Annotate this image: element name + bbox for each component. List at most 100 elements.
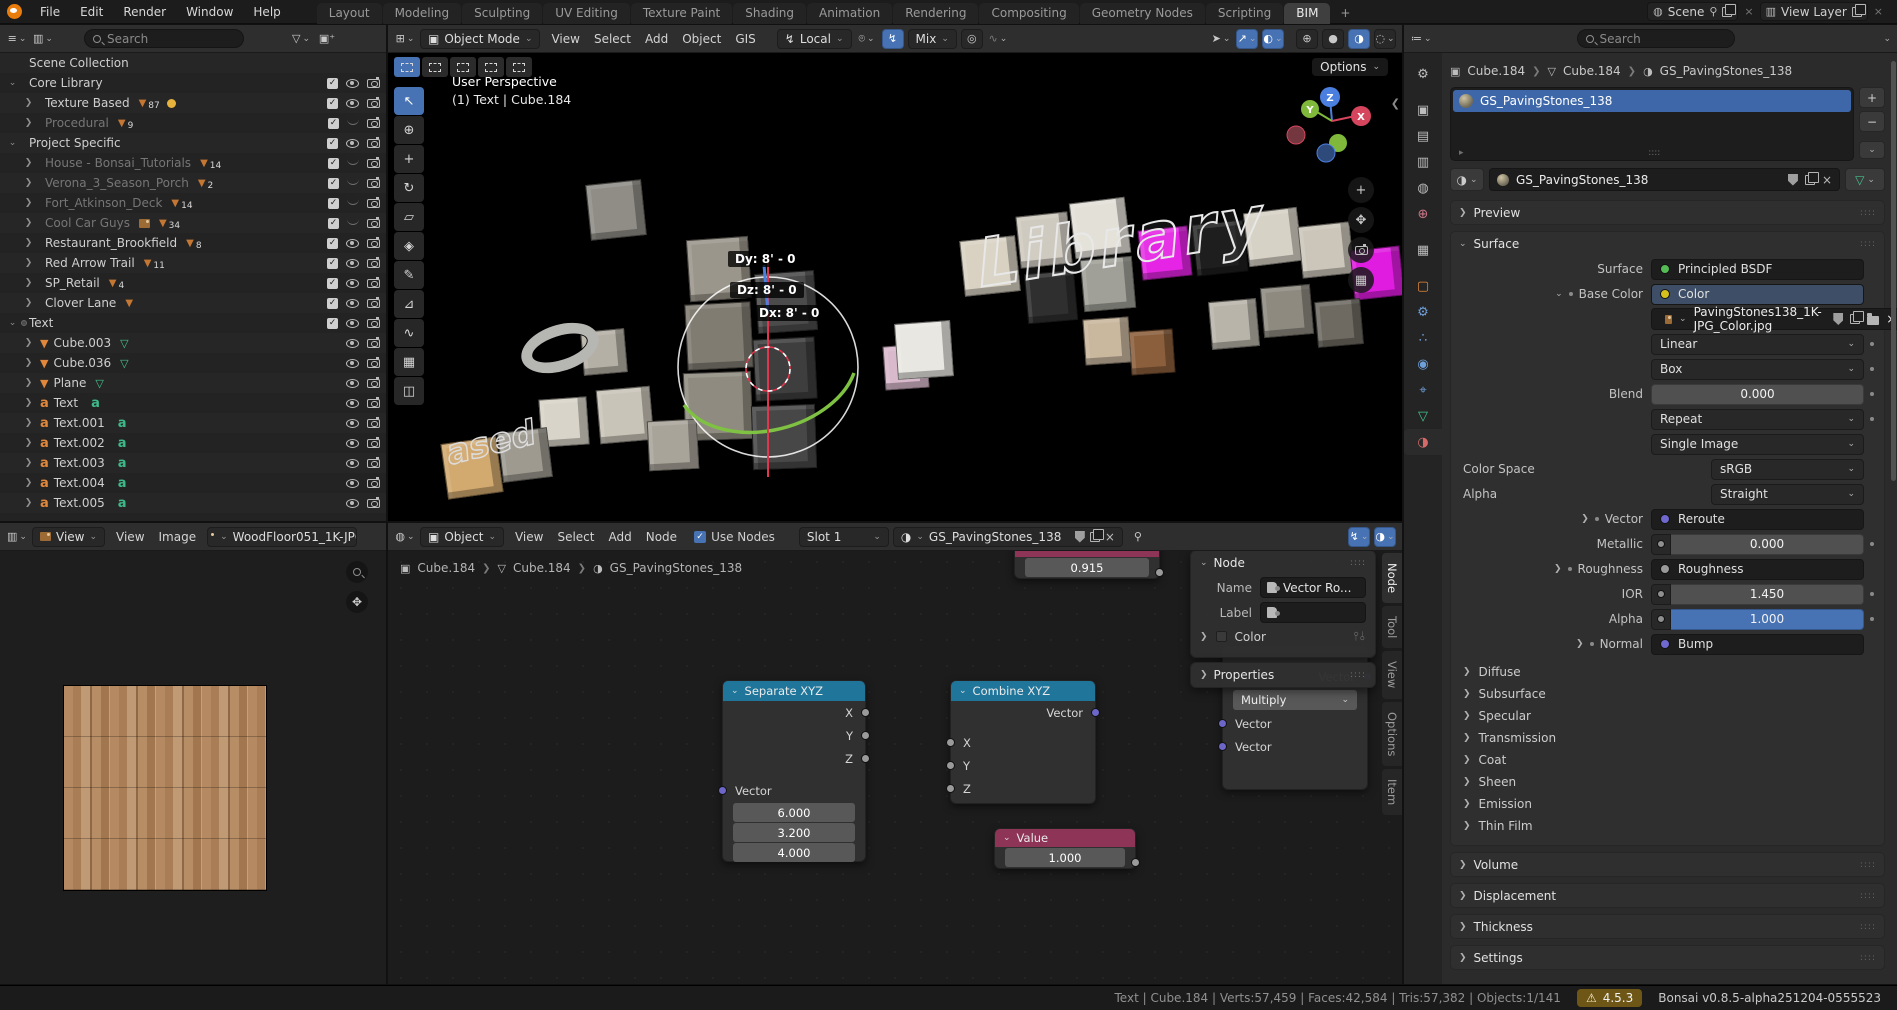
- properties-tab-output-icon[interactable]: ▤: [1404, 123, 1442, 149]
- cursor-tool-icon[interactable]: ⊕: [394, 116, 424, 144]
- node-link-button[interactable]: Bump: [1651, 634, 1864, 655]
- property-slider[interactable]: 0.000: [1671, 534, 1864, 555]
- node-separate-xyz[interactable]: ⌄Separate XYZ XYZ Vector 6.0003.2004.000: [722, 680, 866, 862]
- select-mode-2[interactable]: [450, 57, 476, 77]
- expand-closed-icon[interactable]: ❯: [22, 418, 35, 428]
- copy-icon[interactable]: [1852, 7, 1862, 17]
- image-mode-dropdown[interactable]: View ⌄: [32, 527, 105, 547]
- expand-closed-icon[interactable]: ❯: [22, 378, 35, 388]
- rotate-tool-icon[interactable]: ↻: [394, 174, 424, 202]
- outliner-row[interactable]: ❯House - Bonsai_Tutorials▼14✓: [0, 153, 386, 173]
- view-layer-selector[interactable]: ▥ View Layer: [1760, 2, 1868, 21]
- sidebar-tab-tool[interactable]: Tool: [1382, 606, 1402, 648]
- property-select[interactable]: Single Image⌄: [1651, 434, 1864, 455]
- outliner-row[interactable]: ❯▼Plane▽: [0, 373, 386, 393]
- decorator-dot[interactable]: [1870, 417, 1874, 421]
- expand-closed-icon[interactable]: ❯: [22, 498, 35, 508]
- scene-cube[interactable]: [585, 179, 647, 241]
- breadcrumb-item[interactable]: Cube.184: [1467, 64, 1525, 78]
- expand-closed-icon[interactable]: ❯: [22, 118, 35, 128]
- viewport-menu-object[interactable]: Object: [675, 32, 728, 46]
- link-mode-dropdown[interactable]: ▽⌄: [1845, 168, 1885, 191]
- camera-view-icon[interactable]: [1348, 237, 1374, 263]
- shading-wireframe-icon[interactable]: ⊕: [1296, 29, 1318, 49]
- slot-specials-dropdown[interactable]: ⌄: [1859, 141, 1885, 159]
- properties-scrollbar[interactable]: [1891, 61, 1896, 481]
- copy-icon[interactable]: [1722, 7, 1732, 17]
- disable-render-camera-icon[interactable]: [367, 359, 380, 368]
- version-warning-badge[interactable]: ⚠ 4.5.3: [1577, 989, 1642, 1007]
- shader-menu-select[interactable]: Select: [550, 530, 601, 544]
- subpanel-thin-film[interactable]: ❯Thin Film: [1451, 815, 1884, 837]
- editor-type-shader-icon[interactable]: ◍ ⌄: [394, 527, 416, 547]
- exclude-checkbox[interactable]: ✓: [327, 278, 338, 289]
- property-select[interactable]: Linear⌄: [1651, 334, 1864, 355]
- output-socket[interactable]: [1155, 568, 1164, 577]
- snap-mix-dropdown[interactable]: Mix ⌄: [908, 29, 957, 49]
- properties-tab-collection-icon[interactable]: ▦: [1404, 237, 1442, 263]
- hidden-eye-closed-icon[interactable]: [347, 199, 359, 205]
- output-socket-y[interactable]: [861, 731, 870, 740]
- outliner-row[interactable]: Scene Collection: [0, 53, 386, 73]
- disable-render-camera-icon[interactable]: [367, 239, 380, 248]
- expand-closed-icon[interactable]: ❯: [22, 158, 35, 168]
- decorator-dot[interactable]: [1569, 292, 1573, 296]
- open-folder-icon[interactable]: [1867, 316, 1879, 325]
- shader-menu-node[interactable]: Node: [639, 530, 684, 544]
- exclude-checkbox[interactable]: ✓: [328, 178, 339, 189]
- vector-component-field[interactable]: 3.200: [733, 823, 855, 842]
- property-slider[interactable]: 1.450: [1671, 584, 1864, 605]
- hidden-eye-closed-icon[interactable]: [347, 219, 359, 225]
- filter-icon[interactable]: ▽ ⌄: [290, 29, 312, 49]
- perspective-toggle-icon[interactable]: ▦: [1348, 267, 1374, 293]
- panel-header-thickness[interactable]: ❯Thickness::::: [1451, 915, 1884, 938]
- scale-tool-icon[interactable]: ▱: [394, 203, 424, 231]
- select-mode-0[interactable]: [394, 57, 420, 77]
- output-socket-z[interactable]: [861, 754, 870, 763]
- disable-render-camera-icon[interactable]: [367, 379, 380, 388]
- editor-type-properties-icon[interactable]: ≔ ⌄: [1410, 29, 1433, 49]
- hide-eye-icon[interactable]: [346, 259, 359, 268]
- outliner-row[interactable]: ❯Procedural▼9✓: [0, 113, 386, 133]
- properties-tab-object-icon[interactable]: ▢: [1404, 273, 1442, 299]
- properties-tab-object-data-icon[interactable]: ▽: [1404, 403, 1442, 429]
- expand-closed-icon[interactable]: ❯: [22, 298, 35, 308]
- panel-header-volume[interactable]: ❯Volume::::: [1451, 853, 1884, 876]
- slot-dropdown[interactable]: Slot 1⌄: [799, 527, 889, 547]
- properties-tab-scene-icon[interactable]: ◍: [1404, 175, 1442, 201]
- pan-hand-icon[interactable]: ✥: [1348, 207, 1374, 233]
- disable-render-camera-icon[interactable]: [367, 219, 380, 228]
- disable-render-camera-icon[interactable]: [367, 279, 380, 288]
- properties-tab-physics-icon[interactable]: ◉: [1404, 351, 1442, 377]
- hide-eye-icon[interactable]: [346, 79, 359, 88]
- pin-icon[interactable]: ⚲: [1127, 527, 1149, 547]
- scene-cube[interactable]: [1208, 298, 1260, 350]
- subpanel-transmission[interactable]: ❯Transmission: [1451, 727, 1884, 749]
- exclude-checkbox[interactable]: ✓: [327, 138, 338, 149]
- expand-closed-icon[interactable]: ❯: [22, 238, 35, 248]
- hide-eye-icon[interactable]: [346, 239, 359, 248]
- image-menu-image[interactable]: Image: [152, 530, 204, 544]
- select-visibility-icon[interactable]: ➤ ⌄: [1210, 29, 1232, 49]
- material-datablock[interactable]: ◑ ⌄GS_PavingStones_138 ×: [893, 527, 1123, 547]
- outliner-row[interactable]: ❯▼Cube.036▽: [0, 353, 386, 373]
- workspace-tab-scripting[interactable]: Scripting: [1206, 3, 1283, 24]
- proportional-edit-icon[interactable]: ◎: [961, 29, 983, 49]
- hidden-eye-closed-icon[interactable]: [347, 119, 359, 125]
- outliner-row[interactable]: ❯aText.001a: [0, 413, 386, 433]
- hide-eye-icon[interactable]: [346, 279, 359, 288]
- filter-sliders-icon[interactable]: ⫯⫰: [1354, 629, 1366, 644]
- unlink-icon[interactable]: ×: [1822, 173, 1832, 187]
- select-mode-4[interactable]: [506, 57, 532, 77]
- breadcrumb-item[interactable]: GS_PavingStones_138: [610, 561, 742, 575]
- subpanel-specular[interactable]: ❯Specular: [1451, 705, 1884, 727]
- decorator-dot[interactable]: [1870, 367, 1874, 371]
- scene-name[interactable]: Scene: [1668, 5, 1705, 19]
- outliner-row[interactable]: ❯aText.002a: [0, 433, 386, 453]
- outliner-search-input[interactable]: Search: [84, 29, 244, 48]
- value-field[interactable]: 1.000: [1005, 848, 1125, 867]
- hide-eye-icon[interactable]: [346, 419, 359, 428]
- expand-closed-icon[interactable]: ❯: [1554, 564, 1562, 574]
- breadcrumb-item[interactable]: Cube.184: [417, 561, 475, 575]
- blender-logo-icon[interactable]: [7, 4, 22, 19]
